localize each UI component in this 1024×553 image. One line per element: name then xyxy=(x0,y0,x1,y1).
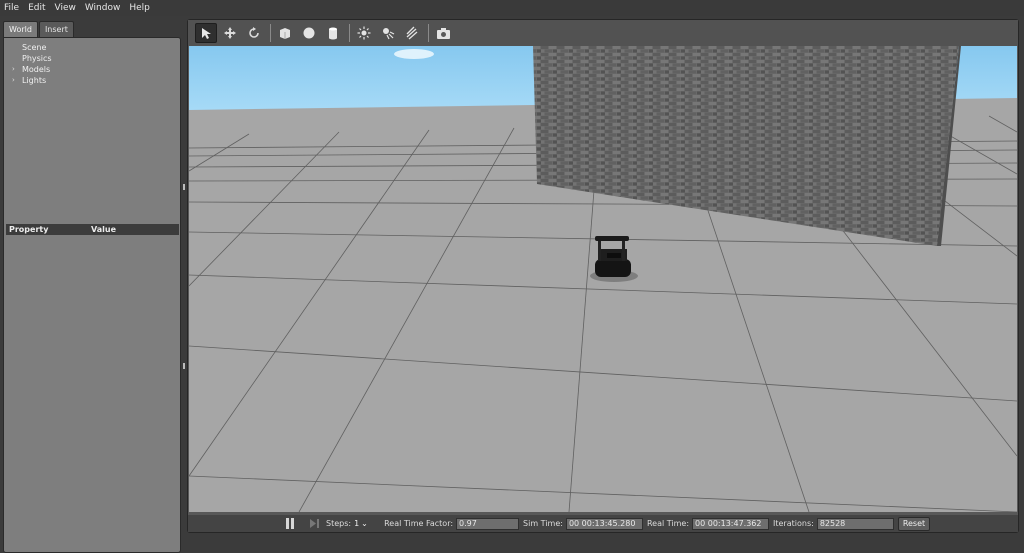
tree-leaf-icon xyxy=(12,47,22,48)
tree-item-models[interactable]: › Models xyxy=(12,64,50,74)
steps-value: 1 xyxy=(354,519,360,528)
cloud xyxy=(394,49,434,59)
splitter-handle[interactable] xyxy=(183,363,185,369)
tree-item-scene[interactable]: Scene xyxy=(12,42,46,52)
expand-arrow-icon[interactable]: › xyxy=(12,65,22,73)
real-time-factor-label: Real Time Factor: xyxy=(384,519,454,528)
iterations-field: 82528 xyxy=(816,517,894,530)
tree-item-label: Physics xyxy=(22,53,52,63)
scene-render xyxy=(189,46,1017,512)
3d-viewport[interactable] xyxy=(189,46,1017,512)
world-tree-panel: Scene Physics › Models › Lights Property… xyxy=(3,37,181,553)
sim-time-field: 00 00:13:45.280 xyxy=(565,517,643,530)
box-icon[interactable] xyxy=(274,23,296,43)
translate-icon[interactable] xyxy=(219,23,241,43)
rotate-icon[interactable] xyxy=(243,23,265,43)
menu-help[interactable]: Help xyxy=(129,3,150,13)
menu-file[interactable]: File xyxy=(4,3,19,13)
cylinder-icon[interactable] xyxy=(322,23,344,43)
real-time-factor-field: 0.97 xyxy=(456,517,520,530)
toolbar-separator xyxy=(428,24,429,42)
screenshot-camera-icon[interactable] xyxy=(432,23,454,43)
splitter-handle[interactable] xyxy=(183,184,185,190)
viewport-frame: Steps: 1 ⌄ Real Time Factor: 0.97 Sim Ti… xyxy=(187,19,1019,533)
expand-arrow-icon[interactable]: › xyxy=(12,76,22,84)
column-property: Property xyxy=(9,225,49,234)
tree-leaf-icon xyxy=(12,58,22,59)
tree-item-physics[interactable]: Physics xyxy=(12,53,52,63)
menu-view[interactable]: View xyxy=(55,3,76,13)
directional-light-icon[interactable] xyxy=(401,23,423,43)
menu-edit[interactable]: Edit xyxy=(28,3,45,13)
viewport-toolbar xyxy=(188,20,1018,46)
panel-tabs: World Insert xyxy=(3,21,75,37)
spot-light-icon[interactable] xyxy=(377,23,399,43)
menu-window[interactable]: Window xyxy=(85,3,121,13)
pause-icon[interactable] xyxy=(283,517,297,530)
simulation-status-bar: Steps: 1 ⌄ Real Time Factor: 0.97 Sim Ti… xyxy=(188,515,1018,532)
chevron-down-icon[interactable]: ⌄ xyxy=(361,519,368,528)
point-light-icon[interactable] xyxy=(353,23,375,43)
tab-insert[interactable]: Insert xyxy=(38,21,74,37)
steps-spinbox[interactable]: 1 ⌄ xyxy=(354,519,372,528)
column-value: Value xyxy=(91,225,117,234)
reset-button[interactable]: Reset xyxy=(897,516,931,531)
tree-item-label: Models xyxy=(22,64,51,74)
toolbar-separator xyxy=(349,24,350,42)
tree-item-label: Lights xyxy=(22,75,47,85)
tree-item-lights[interactable]: › Lights xyxy=(12,75,46,85)
left-panel: World Insert Scene Physics › Models › Li… xyxy=(0,19,183,553)
select-arrow-icon[interactable] xyxy=(195,23,217,43)
real-time-field: 00 00:13:47.362 xyxy=(692,517,770,530)
step-forward-icon[interactable] xyxy=(309,518,321,530)
toolbar-separator xyxy=(270,24,271,42)
real-time-label: Real Time: xyxy=(646,519,690,528)
iterations-label: Iterations: xyxy=(773,519,814,528)
sphere-icon[interactable] xyxy=(298,23,320,43)
menu-bar: File Edit View Window Help xyxy=(0,0,1024,16)
sim-time-label: Sim Time: xyxy=(523,519,563,528)
property-table-header: Property Value xyxy=(6,224,179,235)
steps-label: Steps: xyxy=(326,519,352,528)
tree-item-label: Scene xyxy=(22,42,47,52)
tab-world[interactable]: World xyxy=(3,21,38,37)
